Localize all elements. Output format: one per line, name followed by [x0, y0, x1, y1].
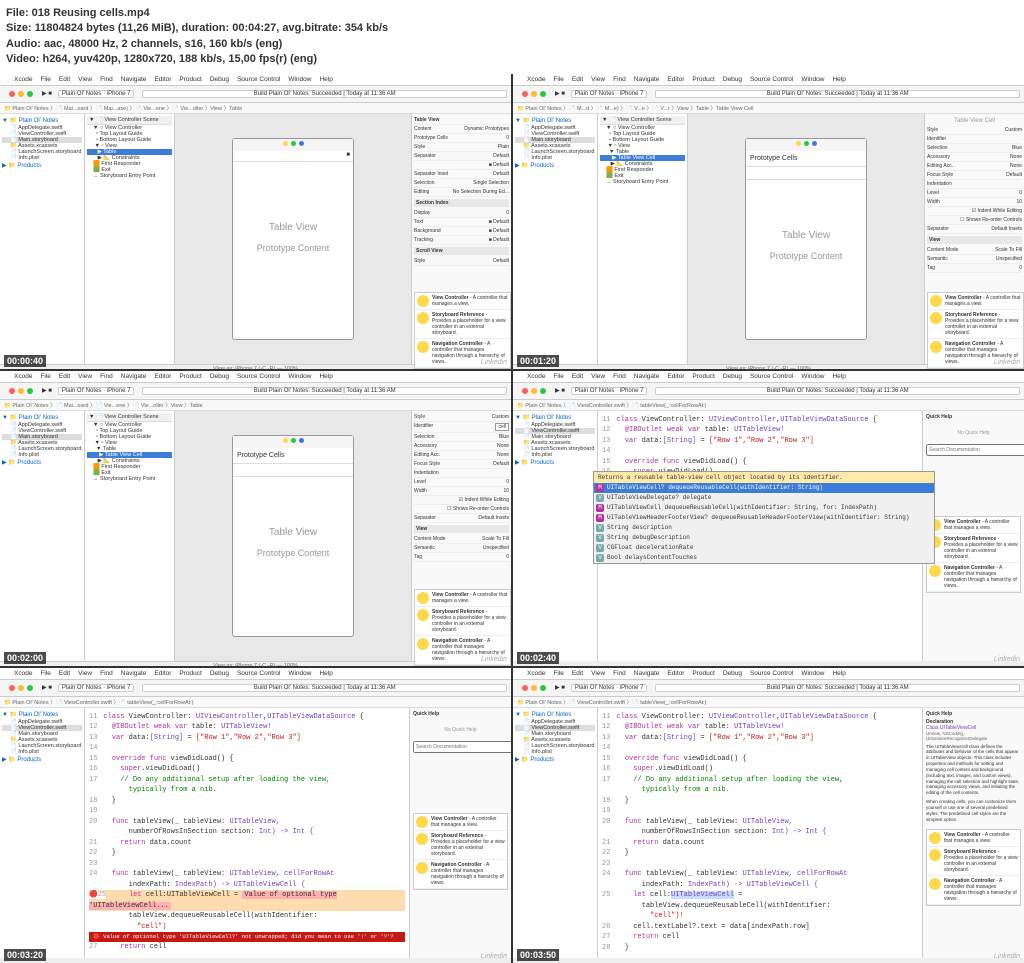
menu-bar: XcodeFileEditViewFindNavigateEditorProdu…: [0, 74, 511, 86]
close-icon[interactable]: [9, 91, 15, 97]
file-size: Size: 11804824 bytes (11,26 MiB), durati…: [6, 21, 1018, 36]
maximize-icon[interactable]: [27, 91, 33, 97]
document-outline[interactable]: ▼ 📄 View Controller Scene ▼ ○ View Contr…: [85, 114, 175, 364]
error-fixit[interactable]: 🔴 Value of optional type 'UITableViewCel…: [89, 932, 405, 942]
breadcrumb[interactable]: 📁 Plain Ol' Notes 〉📄 Mai...oard 〉📄 Mai..…: [0, 103, 511, 114]
nc-icon: [417, 341, 429, 353]
quick-help: Quick Help No Quick Help View Controller…: [922, 411, 1024, 661]
audio-info: Audio: aac, 48000 Hz, 2 channels, s16, 1…: [6, 37, 1018, 52]
status-bar: Build Plain Ol' Notes: Succeeded | Today…: [142, 90, 507, 98]
sr-icon: [417, 312, 429, 324]
vc-icon: [417, 295, 429, 307]
attributes-inspector[interactable]: Table View ContentDynamic Prototypes Pro…: [411, 114, 511, 364]
autocomplete-popup[interactable]: Returns a reusable table-view cell objec…: [593, 471, 935, 564]
watermark-icon: Linkedin: [481, 359, 507, 366]
interface-canvas[interactable]: ■Table ViewPrototype Content: [175, 114, 411, 364]
video-info: Video: h264, yuv420p, 1280x720, 188 kb/s…: [6, 52, 1018, 67]
minimize-icon[interactable]: [18, 91, 24, 97]
identifier-input[interactable]: cell: [495, 423, 509, 431]
cell-inspector[interactable]: Table View Cell StyleCustom Identifier S…: [924, 114, 1024, 364]
search-doc-input[interactable]: [926, 444, 1024, 456]
timestamp: 00:00:40: [4, 355, 46, 367]
project-navigator[interactable]: ▼ 📁 Plain Ol' Notes 📄 AppDelegate.swift …: [0, 114, 85, 364]
file-name: File: 018 Reusing cells.mp4: [6, 6, 1018, 21]
scheme-selector[interactable]: Plain Ol' Notes · iPhone 7: [58, 90, 135, 98]
